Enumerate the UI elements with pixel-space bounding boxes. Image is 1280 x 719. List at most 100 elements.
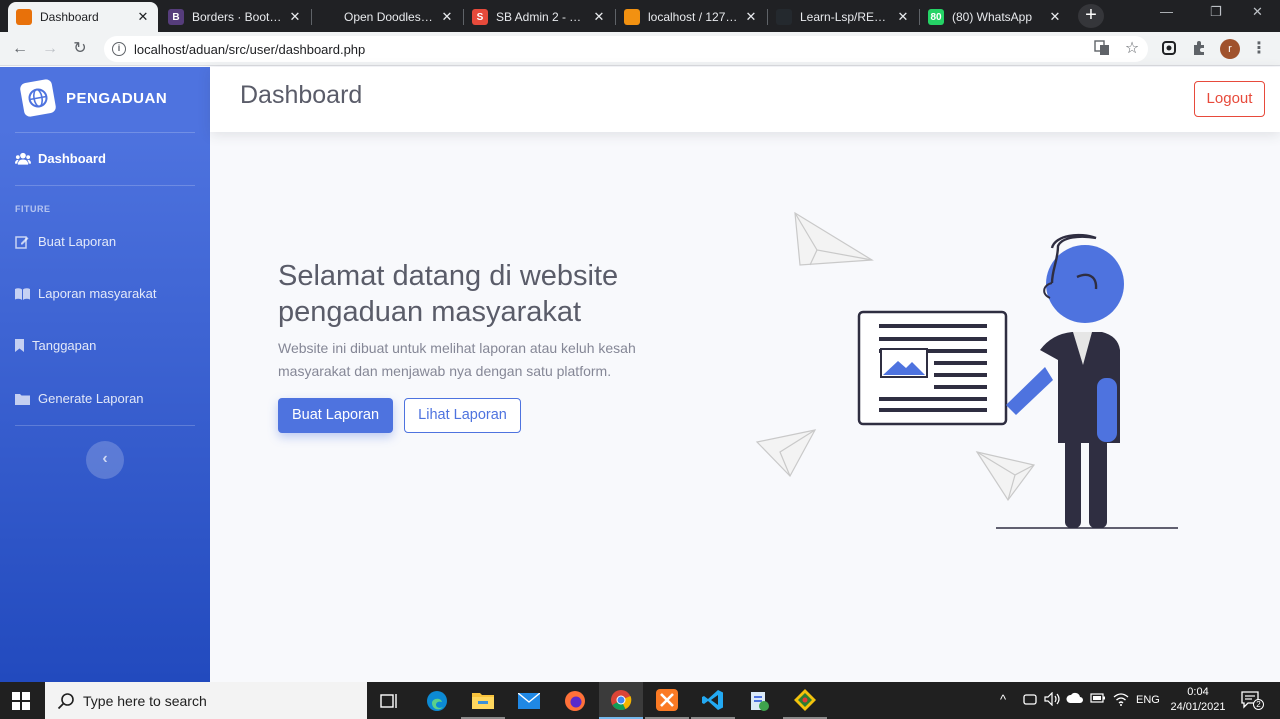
browser-tab[interactable]: 80 (80) WhatsApp ✕ (920, 2, 1070, 32)
paper-plane-icon (794, 211, 874, 266)
page-title: Dashboard (240, 81, 363, 109)
bookmark-icon (15, 339, 25, 352)
browser-tab[interactable]: S SB Admin 2 - Them ✕ (464, 2, 614, 32)
new-tab-button[interactable]: + (1078, 4, 1104, 28)
browser-tab[interactable]: Learn-Lsp/README. ✕ (768, 2, 918, 32)
logout-button[interactable]: Logout (1194, 81, 1265, 117)
firefox-icon[interactable] (553, 682, 597, 719)
sidebar-item-generate-laporan[interactable]: Generate Laporan (15, 391, 144, 406)
tab-close-icon[interactable]: ✕ (592, 9, 606, 25)
hero-description: Website ini dibuat untuk melihat laporan… (278, 340, 636, 379)
sidebar-item-laporan-masyarakat[interactable]: Laporan masyarakat (15, 286, 157, 301)
wifi-icon[interactable] (1113, 692, 1129, 709)
brand-name: PENGADUAN (66, 89, 168, 107)
browser-toolbar: ← → ↻ i localhost/aduan/src/user/dashboa… (0, 32, 1280, 66)
notepad-icon[interactable] (737, 682, 781, 719)
meet-now-icon[interactable] (1023, 692, 1037, 709)
edge-icon[interactable] (415, 682, 459, 719)
show-hidden-icons-icon[interactable]: ^ (1000, 692, 1006, 707)
tab-favicon-icon: 80 (928, 9, 944, 25)
tab-close-icon[interactable]: ✕ (744, 9, 758, 25)
sidebar-toggle-button[interactable]: ‹ (86, 441, 124, 479)
task-view-icon[interactable] (367, 682, 411, 719)
taskbar-search-box[interactable]: Type here to search (45, 682, 367, 719)
info-icon[interactable]: i (112, 42, 126, 56)
search-placeholder: Type here to search (83, 692, 207, 709)
tab-close-icon[interactable]: ✕ (288, 9, 302, 25)
tab-close-icon[interactable]: ✕ (1048, 9, 1062, 25)
restore-icon[interactable]: ❐ (1210, 4, 1222, 20)
sidebar-item-label: Tanggapan (32, 338, 97, 353)
back-icon[interactable]: ← (8, 37, 32, 61)
sidebar-divider (15, 425, 195, 426)
sidebar-brand[interactable]: PENGADUAN (19, 78, 168, 118)
tab-close-icon[interactable]: ✕ (440, 9, 454, 25)
tab-title: SB Admin 2 - Them (496, 10, 588, 24)
xampp-icon[interactable] (645, 682, 689, 719)
sidebar-item-tanggapan[interactable]: Tanggapan (15, 338, 96, 353)
tab-close-icon[interactable]: ✕ (896, 9, 910, 25)
volume-icon[interactable] (1044, 691, 1060, 709)
browser-tab[interactable]: Open Doodles - Cr ✕ (312, 2, 462, 32)
forward-icon[interactable]: → (38, 37, 62, 61)
search-icon (57, 692, 74, 709)
browser-tab-strip: Dashboard✕BBorders · Bootstrap✕Open Dood… (0, 0, 1280, 32)
onedrive-icon[interactable] (1066, 692, 1084, 707)
sidebar-divider (15, 185, 195, 186)
tab-title: (80) WhatsApp (952, 10, 1033, 24)
tab-favicon-icon (624, 9, 640, 25)
vscode-icon[interactable] (691, 682, 735, 719)
git-kraken-icon[interactable] (783, 682, 827, 719)
tab-favicon-icon (16, 9, 32, 25)
tab-favicon-icon (320, 9, 336, 25)
sidebar-item-buat-laporan[interactable]: Buat Laporan (15, 234, 116, 249)
language-indicator[interactable]: ENG (1136, 694, 1160, 706)
windows-start-icon[interactable] (12, 692, 30, 710)
lihat-laporan-button[interactable]: Lihat Laporan (404, 398, 521, 433)
users-icon (15, 152, 31, 165)
sidebar-item-label: Laporan masyarakat (38, 286, 157, 301)
tab-title: Learn-Lsp/README. (800, 10, 892, 24)
translate-icon[interactable] (1093, 40, 1111, 58)
profile-avatar[interactable]: r (1220, 39, 1240, 59)
minimize-icon[interactable]: — (1160, 4, 1173, 19)
sidebar-item-label: Buat Laporan (38, 234, 117, 249)
tab-separator (615, 9, 616, 25)
globe-book-icon (19, 78, 57, 118)
browser-tab[interactable]: Dashboard ✕ (8, 2, 158, 32)
file-explorer-icon[interactable] (461, 682, 505, 719)
windows-taskbar: Type here to search ^ ENG 0:04 24/01/202… (0, 682, 1280, 719)
mail-icon[interactable] (507, 682, 551, 719)
taskbar-clock[interactable]: 0:04 24/01/2021 (1168, 685, 1228, 715)
hero-headline: Selamat datang di website pengaduan masy… (278, 260, 619, 328)
tab-separator (919, 9, 920, 25)
bookmark-star-icon[interactable]: ☆ (1123, 40, 1141, 58)
book-icon (15, 287, 31, 300)
reload-icon[interactable]: ↻ (68, 37, 92, 61)
hero-illustration (755, 211, 1178, 529)
image-icon (880, 348, 928, 378)
tab-separator (767, 9, 768, 25)
extension-icon[interactable] (1160, 40, 1178, 58)
tab-separator (311, 9, 312, 25)
battery-icon[interactable] (1090, 692, 1106, 707)
puzzle-icon[interactable] (1190, 40, 1208, 58)
notification-center-icon[interactable]: 2 (1240, 690, 1264, 713)
chrome-icon[interactable] (599, 682, 643, 719)
url-text: localhost/aduan/src/user/dashboard.php (134, 41, 366, 57)
paper-plane-icon (975, 451, 1036, 502)
sidebar: PENGADUAN Dashboard FITURE Buat Laporan … (0, 67, 210, 682)
tab-title: Dashboard (40, 10, 99, 24)
tab-title: localhost / 127.0.0. (648, 10, 740, 24)
buat-laporan-button[interactable]: Buat Laporan (278, 398, 393, 433)
tab-favicon-icon: B (168, 9, 184, 25)
sidebar-divider (15, 132, 195, 133)
close-window-icon[interactable]: ✕ (1252, 4, 1263, 20)
sidebar-item-dashboard[interactable]: Dashboard (15, 151, 106, 166)
browser-tab[interactable]: B Borders · Bootstrap ✕ (160, 2, 310, 32)
menu-dots-icon[interactable]: ⋮ (1250, 40, 1268, 58)
browser-tab[interactable]: localhost / 127.0.0. ✕ (616, 2, 766, 32)
tab-close-icon[interactable]: ✕ (136, 9, 150, 25)
clock-date: 24/01/2021 (1170, 701, 1226, 713)
address-bar[interactable]: i localhost/aduan/src/user/dashboard.php (104, 36, 1148, 62)
